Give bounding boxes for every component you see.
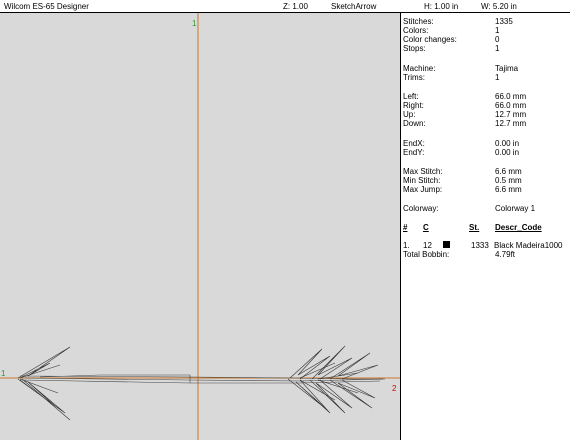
left-extent-label: Left: xyxy=(403,92,419,101)
endy-label: EndY: xyxy=(403,148,425,157)
right-extent-label: Right: xyxy=(403,101,424,110)
color-row-stitches: 1333 xyxy=(471,241,489,250)
color-swatch xyxy=(443,241,450,248)
vertical-start-marker: 1 xyxy=(192,19,197,28)
machine-label: Machine: xyxy=(403,64,436,73)
arrow-design-drawing xyxy=(0,13,400,440)
max-jump-value: 6.6 mm xyxy=(495,185,522,194)
color-table-header-num: # xyxy=(403,223,408,232)
color-changes-label: Color changes: xyxy=(403,35,457,44)
colors-label: Colors: xyxy=(403,26,429,35)
start-point-marker: 1 xyxy=(1,369,6,378)
color-row-num: 1. xyxy=(403,241,410,250)
color-row-description: Black Madeira1000 xyxy=(494,241,563,250)
right-extent-value: 66.0 mm xyxy=(495,101,527,110)
color-row-code: 12 xyxy=(423,241,432,250)
total-bobbin-value: 4.79ft xyxy=(495,250,516,259)
design-info-panel: Stitches: 1335 Colors: 1 Color changes: … xyxy=(401,13,570,440)
colors-value: 1 xyxy=(495,26,500,35)
left-extent-value: 66.0 mm xyxy=(495,92,527,101)
colorway-label: Colorway: xyxy=(403,204,439,213)
endy-value: 0.00 in xyxy=(495,148,520,157)
stitches-value: 1335 xyxy=(495,17,513,26)
up-extent-label: Up: xyxy=(403,110,416,119)
color-table-header-st: St. xyxy=(469,223,480,232)
endx-value: 0.00 in xyxy=(495,139,520,148)
title-bar: Wilcom ES-65 Designer Z: 1.00 SketchArro… xyxy=(0,0,570,13)
stops-value: 1 xyxy=(495,44,500,53)
design-name: SketchArrow xyxy=(331,2,377,11)
color-table-header-descr: Descr_Code xyxy=(495,223,542,232)
max-stitch-value: 6.6 mm xyxy=(495,167,522,176)
min-stitch-value: 0.5 mm xyxy=(495,176,522,185)
width-readout: W: 5.20 in xyxy=(481,2,517,11)
arrow-head xyxy=(17,346,71,421)
trims-label: Trims: xyxy=(403,73,425,82)
stitches-label: Stitches: xyxy=(403,17,434,26)
stops-label: Stops: xyxy=(403,44,426,53)
endx-label: EndX: xyxy=(403,139,425,148)
design-canvas[interactable]: 1 1 2 xyxy=(0,13,400,440)
max-stitch-label: Max Stitch: xyxy=(403,167,443,176)
min-stitch-label: Min Stitch: xyxy=(403,176,441,185)
down-extent-label: Down: xyxy=(403,119,426,128)
height-readout: H: 1.00 in xyxy=(424,2,459,11)
down-extent-value: 12.7 mm xyxy=(495,119,527,128)
end-point-marker: 2 xyxy=(392,384,397,393)
trims-value: 1 xyxy=(495,73,500,82)
colorway-value: Colorway 1 xyxy=(495,204,536,213)
color-changes-value: 0 xyxy=(495,35,500,44)
app-title: Wilcom ES-65 Designer xyxy=(4,2,89,11)
machine-value: Tajima xyxy=(495,64,519,73)
max-jump-label: Max Jump: xyxy=(403,185,443,194)
total-bobbin-label: Total Bobbin: xyxy=(403,250,450,259)
up-extent-value: 12.7 mm xyxy=(495,110,527,119)
color-table-header-c: C xyxy=(423,223,429,232)
zoom-readout: Z: 1.00 xyxy=(283,2,308,11)
